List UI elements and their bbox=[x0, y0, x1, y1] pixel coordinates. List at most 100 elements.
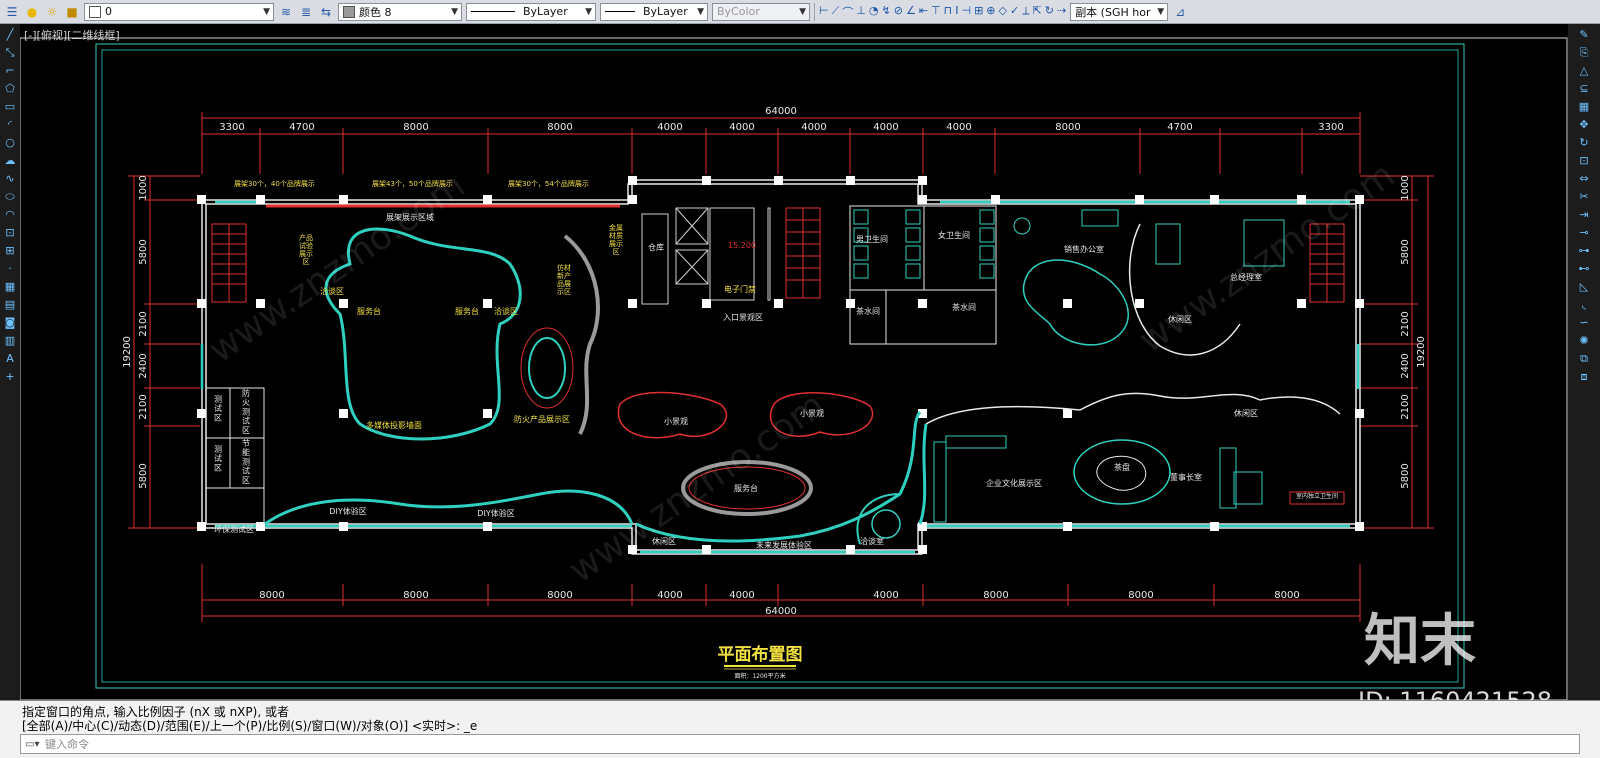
quick-dim-icon[interactable]: ⇤ bbox=[919, 4, 928, 20]
mirror-icon[interactable]: △ bbox=[1577, 64, 1591, 78]
color-dropdown[interactable]: 颜色 8 ▼ bbox=[338, 2, 462, 21]
break-icon[interactable]: ⊶ bbox=[1577, 244, 1591, 258]
space-icon[interactable]: I bbox=[955, 4, 958, 20]
explode-icon[interactable]: ✺ bbox=[1577, 334, 1591, 348]
ordinate-icon[interactable]: ⊥ bbox=[856, 4, 866, 20]
dimstyle-manager-icon[interactable]: ⊿ bbox=[1172, 4, 1188, 20]
polygon-icon[interactable]: ⬠ bbox=[3, 82, 17, 96]
inspect-icon[interactable]: ◇ bbox=[999, 4, 1007, 20]
trim-icon[interactable]: ✂ bbox=[1577, 190, 1591, 204]
revcloud-icon[interactable]: ☁ bbox=[3, 154, 17, 168]
make-block-icon[interactable]: ⊞ bbox=[3, 244, 17, 258]
dimstyle-dropdown[interactable]: 副本 (SGH hor ▼ bbox=[1070, 2, 1169, 21]
sun-icon[interactable]: ☼ bbox=[44, 4, 60, 20]
label-line: 试 bbox=[214, 403, 222, 413]
jogged-icon[interactable]: ↯ bbox=[882, 4, 891, 20]
label-chairman: 董事长室 bbox=[1170, 472, 1202, 482]
label-line: 区 bbox=[242, 426, 250, 435]
copy-icon[interactable]: ⎘ bbox=[1577, 46, 1591, 60]
break-icon[interactable]: ⊣ bbox=[961, 4, 971, 20]
oblique-icon[interactable]: ⟂ bbox=[1022, 4, 1029, 20]
label-line: 测 bbox=[242, 407, 250, 416]
arc-length-icon[interactable]: ⌒ bbox=[842, 4, 853, 20]
arc-icon[interactable]: ◜ bbox=[3, 118, 17, 132]
fillet-icon[interactable]: ◟ bbox=[1577, 298, 1591, 312]
label-line: 能 bbox=[242, 447, 250, 457]
dim-top: 8000 bbox=[547, 122, 572, 133]
move-icon[interactable]: ✥ bbox=[1577, 118, 1591, 132]
rotate-icon[interactable]: ↻ bbox=[1577, 136, 1591, 150]
rectangle-icon[interactable]: ▭ bbox=[3, 100, 17, 114]
blend-icon[interactable]: ∽ bbox=[1577, 316, 1591, 330]
linear-dim-icon[interactable]: ⊢ bbox=[819, 4, 829, 20]
override-icon[interactable]: ⇢ bbox=[1057, 4, 1066, 20]
chevron-down-icon: ▼ bbox=[263, 6, 270, 17]
region-icon[interactable]: ◙ bbox=[3, 316, 17, 330]
label-entrance: 入口景观区 bbox=[723, 313, 763, 322]
lineweight-dropdown[interactable]: ByLayer ▼ bbox=[600, 2, 708, 21]
label-future-zone: 未来发展体验区 bbox=[756, 540, 812, 550]
stretch-icon[interactable]: ⇔ bbox=[1577, 172, 1591, 186]
label-level: 15.200 bbox=[728, 241, 756, 250]
layer-iso-icon[interactable]: ⧈ bbox=[1577, 370, 1591, 384]
offset-icon[interactable]: ⊆ bbox=[1577, 82, 1591, 96]
angular-icon[interactable]: ∠ bbox=[906, 4, 916, 20]
mtext-icon[interactable]: A bbox=[3, 352, 17, 366]
baseline-icon[interactable]: ⊤ bbox=[931, 4, 941, 20]
negotiation-table bbox=[871, 509, 901, 539]
drawing-viewport[interactable]: [-][俯视][二维线框] 64000 3300 4700 8000 8000 … bbox=[19, 24, 1568, 715]
scale-icon[interactable]: ⊡ bbox=[1577, 154, 1591, 168]
aligned-dim-icon[interactable]: ⟋ bbox=[832, 4, 840, 20]
left-dimension-texts: 19200 1000 5800 2100 2400 2100 5800 bbox=[122, 175, 149, 488]
layer-previous-icon[interactable]: ≣ bbox=[298, 4, 314, 20]
hatch-icon[interactable]: ▦ bbox=[3, 280, 17, 294]
linetype-dropdown[interactable]: ByLayer ▼ bbox=[466, 2, 596, 21]
insert-block-icon[interactable]: ⊡ bbox=[3, 226, 17, 240]
update-icon[interactable]: ↻ bbox=[1045, 4, 1054, 20]
dim-right: 2100 bbox=[1400, 394, 1411, 419]
text-angle-icon[interactable]: ⇱ bbox=[1033, 4, 1042, 20]
command-history-line-2: [全部(A)/中心(C)/动态(D)/范围(E)/上一个(P)/比例(S)/窗口… bbox=[22, 719, 478, 733]
layer-manager-icon[interactable]: ☰ bbox=[4, 4, 20, 20]
dim-bottom: 8000 bbox=[1128, 590, 1153, 601]
erase-icon[interactable]: ✎ bbox=[1577, 28, 1591, 42]
lock-icon[interactable]: ■ bbox=[64, 4, 80, 20]
point-icon[interactable]: · bbox=[3, 262, 17, 276]
model-border bbox=[19, 37, 1568, 701]
ellipse-icon[interactable]: ⬭ bbox=[3, 190, 17, 204]
break-point-icon[interactable]: ⊸ bbox=[1577, 226, 1591, 240]
layer-dropdown[interactable]: 0 ▼ bbox=[84, 2, 274, 21]
label-line: 试 bbox=[214, 453, 222, 463]
line-icon[interactable]: ╱ bbox=[3, 28, 17, 42]
continue-icon[interactable]: ⊓ bbox=[944, 4, 953, 20]
construction-line-icon[interactable]: ⤡ bbox=[3, 46, 17, 60]
circle-icon[interactable]: ○ bbox=[3, 136, 17, 150]
polyline-icon[interactable]: ⌐ bbox=[3, 64, 17, 78]
jog-line-icon[interactable]: ✓ bbox=[1010, 4, 1019, 20]
command-input[interactable]: ▭▾ 键入命令 bbox=[20, 734, 1580, 754]
label-line: 试验 bbox=[299, 241, 313, 250]
ellipse-arc-icon[interactable]: ◠ bbox=[3, 208, 17, 222]
extend-icon[interactable]: ⇥ bbox=[1577, 208, 1591, 222]
chamfer-icon[interactable]: ◺ bbox=[1577, 280, 1591, 294]
diameter-icon[interactable]: ⊘ bbox=[894, 4, 903, 20]
label-women-restroom: 女卫生间 bbox=[938, 230, 970, 240]
command-prompt-icon[interactable]: ▭▾ bbox=[25, 739, 39, 750]
table-icon[interactable]: ▥ bbox=[3, 334, 17, 348]
layer-match-icon[interactable]: ⇆ bbox=[318, 4, 334, 20]
add-selected-icon[interactable]: + bbox=[3, 370, 17, 384]
dim-right: 5800 bbox=[1400, 239, 1411, 264]
layer-state-icon[interactable]: ≋ bbox=[278, 4, 294, 20]
draworder-icon[interactable]: ⧉ bbox=[1577, 352, 1591, 366]
viewport-label[interactable]: [-][俯视][二维线框] bbox=[24, 27, 120, 43]
join-icon[interactable]: ⊷ bbox=[1577, 262, 1591, 276]
gradient-icon[interactable]: ▤ bbox=[3, 298, 17, 312]
spline-icon[interactable]: ∿ bbox=[3, 172, 17, 186]
lightbulb-icon[interactable]: ● bbox=[24, 4, 40, 20]
array-icon[interactable]: ▦ bbox=[1577, 100, 1591, 114]
tolerance-icon[interactable]: ⊞ bbox=[974, 4, 983, 20]
dim-bottom: 8000 bbox=[1274, 590, 1299, 601]
radius-icon[interactable]: ◔ bbox=[869, 4, 879, 20]
dim-top: 4700 bbox=[1167, 122, 1192, 133]
center-mark-icon[interactable]: ⊕ bbox=[986, 4, 995, 20]
